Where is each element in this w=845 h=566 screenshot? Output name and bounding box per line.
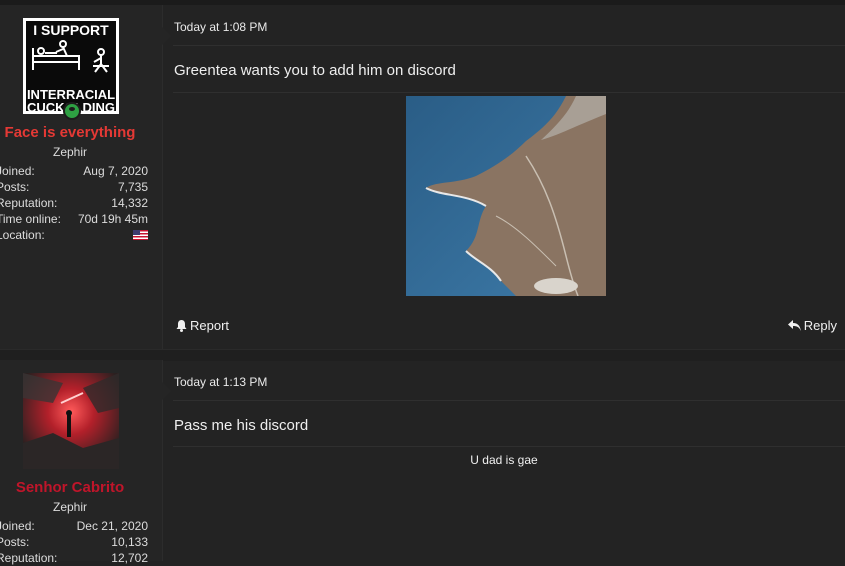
stat-location: Location: — [0, 227, 148, 243]
reply-button[interactable]: Reply — [787, 318, 837, 333]
post-timestamp[interactable]: Today at 1:13 PM — [174, 375, 267, 389]
user-pane: I SUPPORT INTERRACIAL Face is everything… — [0, 5, 163, 349]
post-message: Greentea wants you to add him on discord — [174, 62, 456, 79]
username[interactable]: Senhor Cabrito — [0, 479, 140, 496]
stat-joined: Joined:Aug 7, 2020 — [0, 164, 148, 178]
attachment-image[interactable] — [406, 96, 606, 297]
avatar[interactable] — [23, 373, 119, 469]
divider — [173, 92, 845, 93]
post-content: Today at 1:08 PM Greentea wants you to a… — [163, 5, 845, 349]
user-stats: Joined:Aug 7, 2020 Posts:7,735 Reputatio… — [0, 163, 148, 243]
signature: U dad is gae — [470, 453, 538, 467]
divider — [173, 446, 845, 447]
divider — [173, 45, 845, 46]
stat-posts: Posts: 10,133 — [0, 535, 148, 549]
avatar[interactable]: I SUPPORT INTERRACIAL — [23, 18, 119, 114]
us-flag-icon — [133, 230, 148, 240]
stat-reputation: Reputation: 12,702 — [0, 551, 148, 565]
post-timestamp[interactable]: Today at 1:08 PM — [174, 20, 267, 34]
report-label: Report — [190, 318, 230, 333]
report-button[interactable]: Report — [176, 318, 229, 333]
user-stats: Joined:Dec 21, 2020 Posts:10,133 Reputat… — [0, 518, 148, 566]
avatar-text-top: I SUPPORT — [33, 22, 109, 38]
online-status-icon — [63, 102, 81, 120]
user-title: Zephir — [52, 145, 87, 159]
bell-icon — [176, 319, 187, 332]
stat-posts: Posts: 7,735 — [0, 180, 148, 194]
stat-reputation: Reputation: 14,332 — [0, 196, 148, 210]
post: Senhor Cabrito Zephir Joined:Dec 21, 202… — [0, 360, 845, 565]
reply-icon — [787, 320, 801, 331]
post-message: Pass me his discord — [174, 417, 309, 434]
post: I SUPPORT INTERRACIAL Face is everything… — [0, 5, 845, 349]
post-content: Today at 1:13 PM Pass me his discord U d… — [163, 360, 845, 561]
user-pane: Senhor Cabrito Zephir Joined:Dec 21, 202… — [0, 360, 163, 565]
divider — [173, 400, 845, 401]
user-title: Zephir — [52, 500, 87, 514]
stat-time-online: Time online: 70d 19h 45m — [0, 212, 148, 226]
reply-label: Reply — [803, 318, 837, 333]
stat-joined: Joined:Dec 21, 2020 — [0, 519, 148, 533]
username[interactable]: Face is everything — [0, 124, 140, 141]
